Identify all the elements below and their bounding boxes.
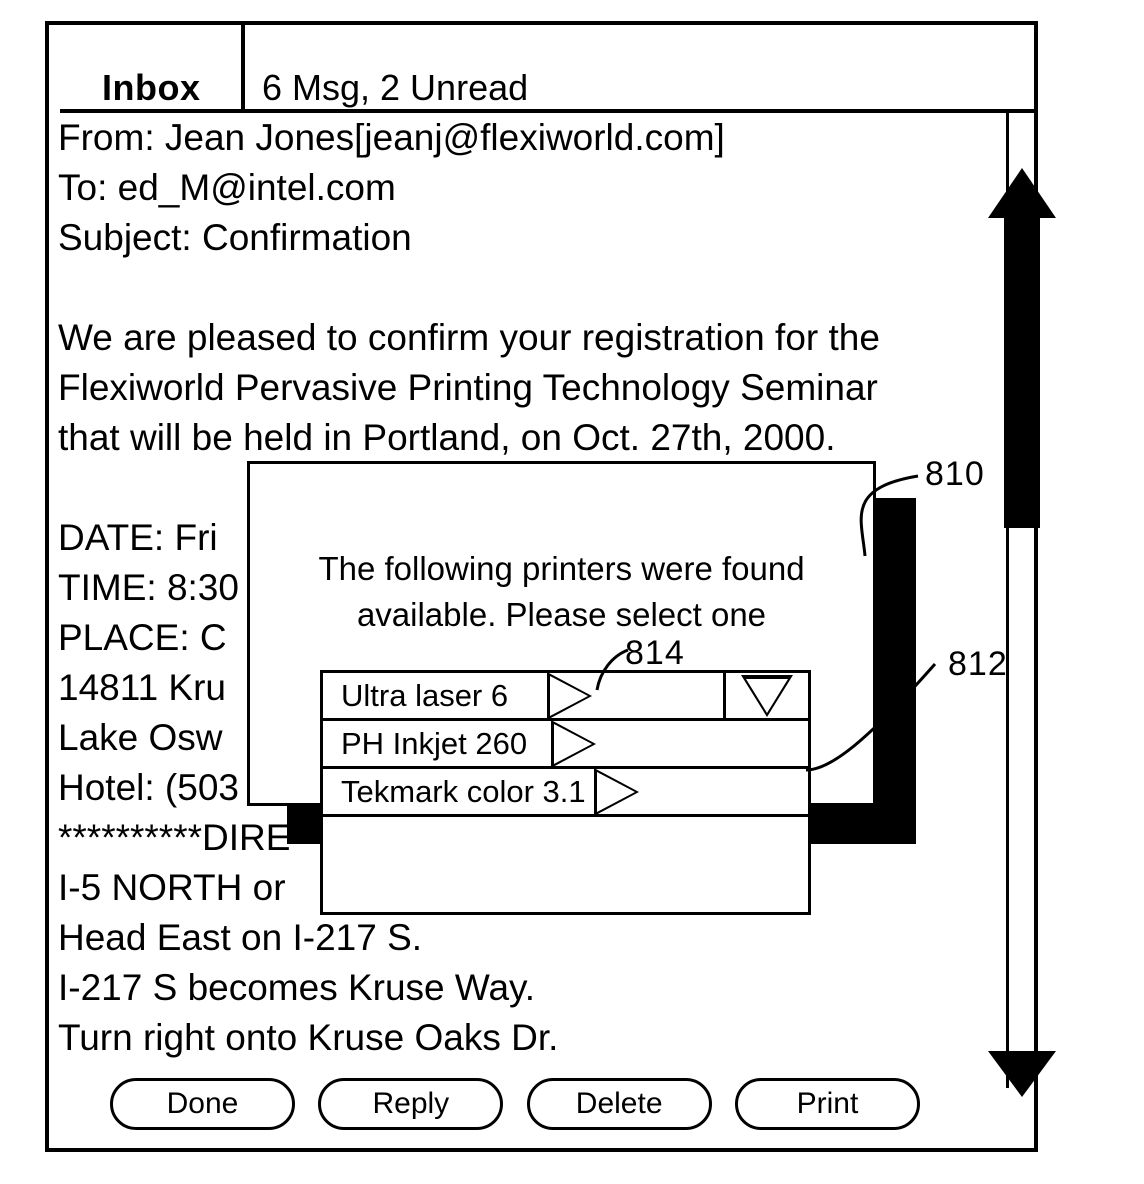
select-arrow-icon[interactable] [593, 767, 639, 816]
dialog-prompt-line-2: available. Please select one [356, 596, 767, 633]
mailbox-status: 6 Msg, 2 Unread [245, 25, 528, 113]
printer-list-item[interactable]: Ultra laser 6 [323, 671, 808, 721]
reference-numeral-812: 812 [948, 645, 1008, 683]
message-body-line: I-217 S becomes Kruse Way. [58, 967, 536, 1008]
tab-inbox[interactable]: Inbox [60, 25, 245, 113]
vertical-scrollbar[interactable] [988, 113, 1056, 1097]
reference-numeral-814: 814 [625, 634, 685, 672]
message-to: To: ed_M@intel.com [58, 167, 396, 208]
message-spacer-1 [58, 263, 988, 313]
message-body-line: Head East on I-217 S. [58, 917, 423, 958]
printer-name-label: Tekmark color 3.1 [341, 773, 586, 809]
action-button-bar: Done Reply Delete Print [110, 1078, 920, 1130]
figure-canvas: Inbox 6 Msg, 2 Unread From: Jean Jones[j… [0, 0, 1144, 1184]
tab-inbox-label: Inbox [102, 67, 201, 108]
message-body-line: that will be held in Portland, on Oct. 2… [58, 417, 836, 458]
scroll-up-arrow-icon[interactable] [988, 168, 1056, 528]
message-body-line: We are pleased to confirm your registrat… [58, 317, 880, 358]
scroll-up-arrow-head [988, 168, 1056, 218]
message-body-line: Turn right onto Kruse Oaks Dr. [58, 1017, 559, 1058]
select-arrow-icon[interactable] [551, 719, 597, 768]
dialog-shadow-right [876, 498, 916, 842]
print-button[interactable]: Print [734, 1078, 920, 1130]
mailbox-status-label: 6 Msg, 2 Unread [262, 67, 529, 108]
chevron-down-icon [741, 674, 793, 717]
reply-button[interactable]: Reply [318, 1078, 504, 1130]
message-body-line: Flexiworld Pervasive Printing Technology… [58, 367, 878, 408]
select-arrow-icon[interactable] [547, 671, 593, 720]
printer-dropdown-button[interactable] [723, 673, 808, 718]
message-from: From: Jean Jones[jeanj@flexiworld.com] [58, 117, 725, 158]
scroll-down-arrow-icon[interactable] [988, 1051, 1056, 1097]
scroll-up-arrow-shaft [1004, 216, 1040, 528]
printer-name-label: PH Inkjet 260 [341, 725, 528, 761]
dialog-prompt-line-1: The following printers were found [318, 550, 805, 587]
printer-list: Ultra laser 6 PH Inkjet 260 Tekmark colo… [320, 670, 811, 915]
mail-header: Inbox 6 Msg, 2 Unread [60, 25, 1038, 113]
done-button[interactable]: Done [110, 1078, 295, 1130]
printer-list-item[interactable]: PH Inkjet 260 [323, 719, 808, 769]
printer-list-item[interactable]: Tekmark color 3.1 [323, 767, 808, 817]
reference-numeral-810: 810 [925, 455, 985, 493]
delete-button[interactable]: Delete [526, 1078, 712, 1130]
dialog-prompt: The following printers were found availa… [250, 546, 873, 638]
message-subject: Subject: Confirmation [58, 217, 412, 258]
printer-name-label: Ultra laser 6 [341, 677, 509, 713]
